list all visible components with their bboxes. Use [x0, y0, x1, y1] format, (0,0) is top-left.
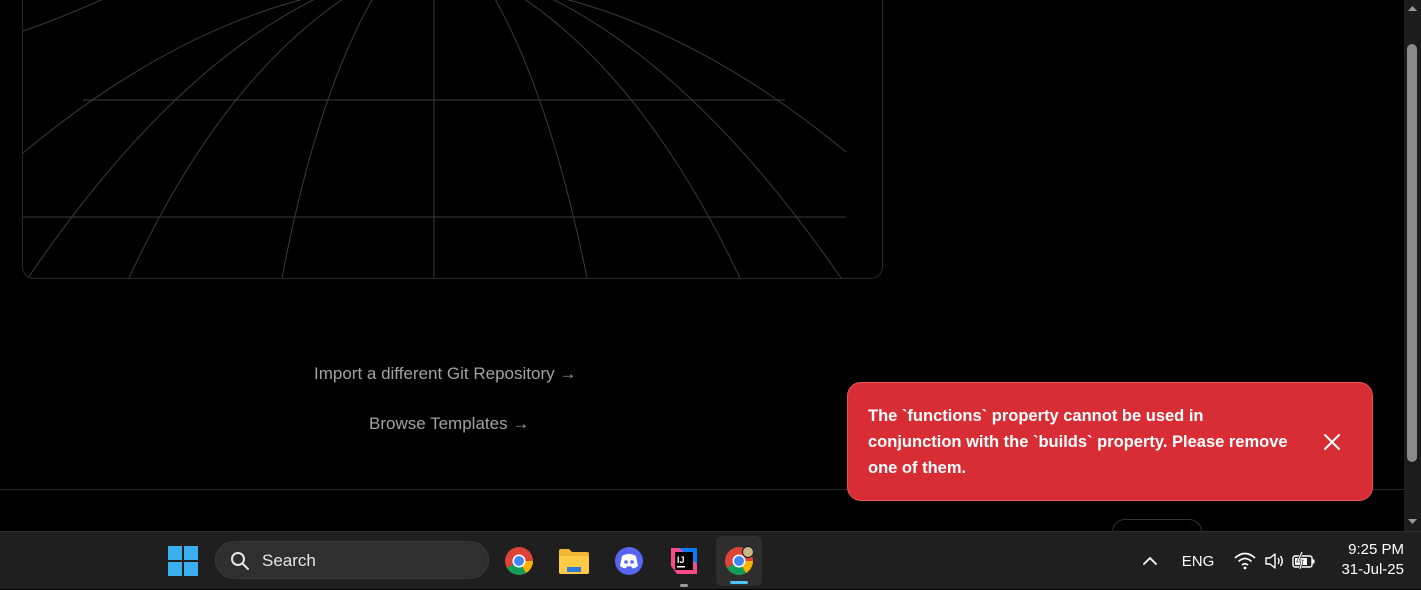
browser-page: Import a different Git Repository → Brow… — [0, 0, 1404, 531]
taskbar-app-intellij[interactable]: IJ — [661, 532, 707, 590]
taskbar-app-discord[interactable] — [606, 532, 652, 590]
chrome-icon — [505, 547, 533, 575]
theme-switcher-pill[interactable] — [1112, 519, 1202, 531]
windows-logo-icon — [168, 546, 198, 576]
show-hidden-icons-button[interactable] — [1137, 532, 1163, 590]
intellij-icon: IJ — [671, 548, 697, 574]
vertical-scrollbar[interactable] — [1404, 0, 1421, 531]
chrome-icon — [725, 546, 754, 575]
input-language-indicator[interactable]: ENG — [1178, 532, 1218, 590]
folder-icon — [559, 549, 589, 574]
scrollbar-thumb[interactable] — [1407, 44, 1417, 462]
quick-settings-button[interactable] — [1232, 532, 1318, 590]
wifi-icon — [1234, 552, 1256, 570]
scroll-up-arrow-icon[interactable] — [1404, 0, 1421, 17]
taskbar-app-chrome[interactable] — [496, 532, 542, 590]
import-git-repository-link[interactable]: Import a different Git Repository → — [314, 364, 576, 384]
running-indicator — [680, 584, 688, 587]
error-toast: The `functions` property cannot be used … — [847, 382, 1373, 501]
volume-icon — [1265, 553, 1283, 569]
globe-grid-graphic — [23, 0, 847, 278]
clock-date: 31-Jul-25 — [1341, 561, 1404, 578]
search-icon — [231, 552, 249, 570]
close-icon[interactable] — [1320, 430, 1344, 454]
system-clock[interactable]: 9:25 PM 31-Jul-25 — [1328, 540, 1404, 580]
active-app-indicator — [730, 581, 748, 584]
browse-templates-link[interactable]: Browse Templates → — [369, 414, 529, 434]
taskbar-app-chrome-profile[interactable] — [716, 536, 762, 586]
windows-taskbar: Search IJ ENG 9:25 PM 31-Jul-25 — [0, 531, 1421, 589]
clock-time: 9:25 PM — [1348, 541, 1404, 558]
scroll-down-arrow-icon[interactable] — [1404, 513, 1421, 530]
toast-message: The `functions` property cannot be used … — [868, 407, 1288, 477]
globe-illustration-card — [22, 0, 883, 279]
chevron-up-icon — [1143, 557, 1157, 565]
discord-icon — [615, 547, 643, 575]
battery-charging-icon — [1292, 552, 1315, 570]
start-button[interactable] — [160, 532, 206, 590]
taskbar-app-file-explorer[interactable] — [551, 532, 597, 590]
taskbar-search-box[interactable]: Search — [215, 541, 489, 579]
search-placeholder: Search — [262, 551, 316, 570]
svg-text:IJ: IJ — [677, 555, 685, 565]
